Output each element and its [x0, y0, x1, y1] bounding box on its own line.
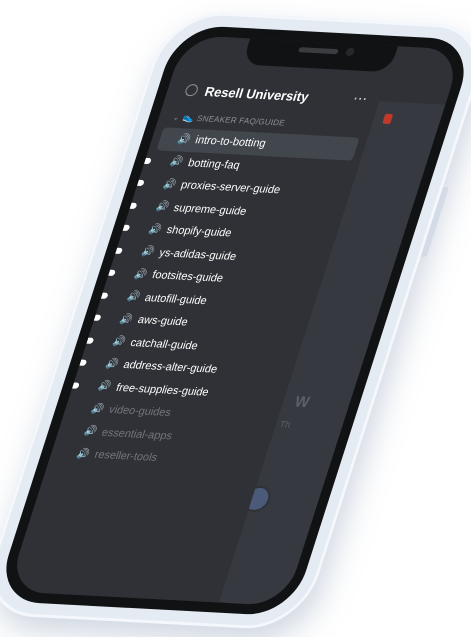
category-name: SNEAKER FAQ/GUIDE: [195, 113, 287, 128]
notification-badge: [382, 113, 394, 125]
unread-indicator: [86, 337, 95, 344]
front-camera: [344, 47, 356, 57]
unread-indicator: [144, 157, 152, 164]
phone-screen: W Th Resell University ⋯ ⌄ 👟 SNEAKER FAQ…: [7, 35, 463, 606]
unread-indicator: [108, 269, 116, 276]
channel-label: aws-guide: [136, 314, 190, 329]
speaker-channel-icon: 🔊: [118, 313, 135, 326]
channel-label: free-supplies-guide: [114, 381, 211, 399]
channel-label: video-guides: [107, 404, 173, 420]
chat-subtitle-partial: Th: [278, 418, 292, 430]
channel-label: ys-adidas-guide: [157, 246, 238, 263]
channel-category[interactable]: ⌄ 👟 SNEAKER FAQ/GUIDE: [171, 112, 287, 129]
server-name: Resell University: [203, 83, 311, 104]
channel-label: intro-to-botting: [193, 134, 268, 151]
unread-indicator: [129, 202, 138, 209]
speaker-channel-icon: 🔊: [75, 448, 92, 461]
speaker-channel-icon: 🔊: [147, 223, 164, 236]
speaker-channel-icon: 🔊: [161, 178, 178, 191]
speaker-channel-icon: 🔊: [132, 268, 149, 281]
channel-label: supreme-guide: [172, 201, 249, 218]
unread-indicator: [100, 292, 109, 299]
channel-label: address-alter-guide: [121, 359, 219, 377]
channel-label: autofill-guide: [143, 291, 209, 307]
channel-label: essential-apps: [100, 426, 174, 443]
chat-welcome-partial: W: [292, 393, 312, 412]
speaker-channel-icon: 🔊: [140, 246, 156, 258]
speaker-channel-icon: 🔊: [82, 426, 99, 438]
unread-indicator: [115, 247, 124, 254]
unread-indicator: [79, 359, 88, 366]
server-status-icon: [183, 83, 200, 97]
phone-bezel: W Th Resell University ⋯ ⌄ 👟 SNEAKER FAQ…: [0, 24, 471, 617]
channel-label: proxies-server-guide: [179, 179, 282, 197]
channel-label: reseller-tools: [92, 448, 159, 465]
speaker-channel-icon: 🔊: [168, 156, 185, 169]
speaker-channel-icon: 🔊: [176, 133, 192, 146]
phone-frame: W Th Resell University ⋯ ⌄ 👟 SNEAKER FAQ…: [0, 9, 471, 632]
speaker-grille: [297, 47, 339, 55]
speaker-channel-icon: 🔊: [125, 291, 142, 303]
sneaker-emoji-icon: 👟: [181, 112, 196, 123]
unread-indicator: [93, 314, 102, 321]
channel-label: shopify-guide: [164, 224, 234, 240]
scene: W Th Resell University ⋯ ⌄ 👟 SNEAKER FAQ…: [0, 0, 471, 637]
unread-indicator: [72, 382, 81, 389]
speaker-channel-icon: 🔊: [104, 358, 120, 371]
unread-indicator: [136, 179, 145, 187]
unread-indicator: [122, 224, 131, 232]
channel-label: catchall-guide: [128, 336, 200, 353]
speaker-channel-icon: 🔊: [89, 403, 106, 416]
channel-label: footsites-guide: [150, 269, 225, 285]
server-header[interactable]: Resell University ⋯: [182, 78, 372, 112]
speaker-channel-icon: 🔊: [154, 201, 171, 214]
more-options-icon[interactable]: ⋯: [351, 91, 371, 108]
channel-label: botting-faq: [186, 156, 242, 172]
chevron-down-icon: ⌄: [171, 112, 182, 122]
speaker-channel-icon: 🔊: [96, 381, 113, 393]
speaker-channel-icon: 🔊: [111, 336, 128, 348]
